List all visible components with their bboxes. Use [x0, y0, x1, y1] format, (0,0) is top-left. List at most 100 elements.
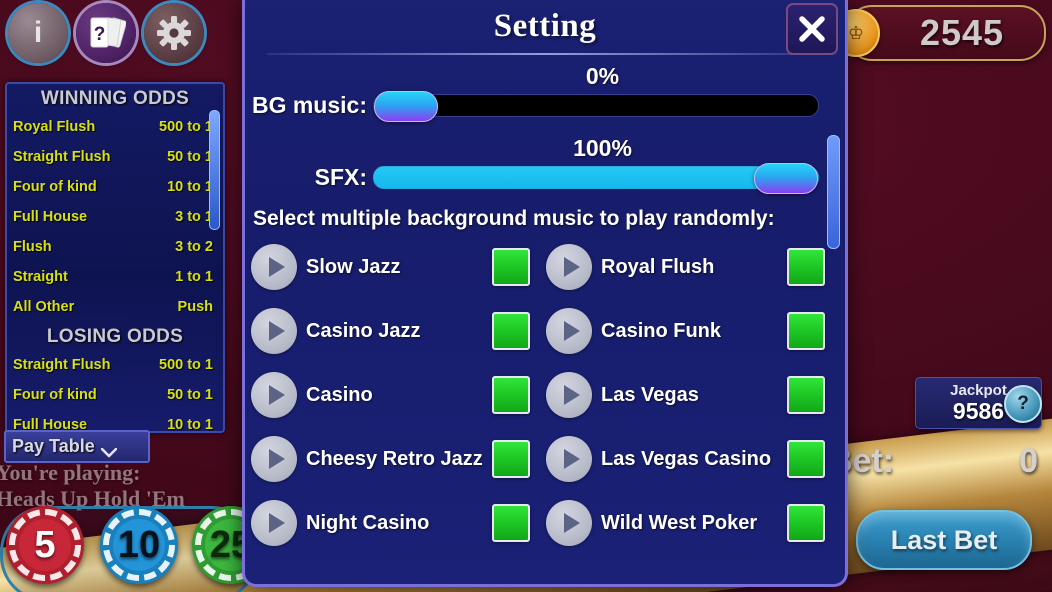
playing-line-1: You're playing:	[0, 460, 141, 485]
music-track-item: Las Vegas	[546, 363, 841, 427]
bg-music-slider-block: 0% BG music:	[245, 63, 845, 122]
info-icon: i	[33, 16, 43, 49]
music-track-checkbox[interactable]	[492, 248, 530, 286]
music-track-checkbox[interactable]	[492, 440, 530, 478]
play-icon-button[interactable]	[251, 308, 297, 354]
play-icon-button[interactable]	[546, 308, 592, 354]
hand-name: Four of kind	[13, 179, 97, 195]
bg-music-slider[interactable]	[373, 91, 819, 122]
hand-payout: 500 to 1	[159, 119, 213, 135]
sfx-row: SFX:	[245, 163, 845, 194]
music-track-label: Wild West Poker	[601, 511, 758, 534]
table-row: Four of kind 10 to 1	[7, 172, 223, 202]
play-icon	[563, 321, 580, 341]
winning-odds-title: WINNING ODDS	[40, 88, 190, 109]
play-icon	[563, 385, 580, 405]
sfx-slider-thumb[interactable]	[754, 163, 818, 194]
music-track-label: Las Vegas Casino	[601, 447, 772, 470]
play-icon	[563, 257, 580, 277]
music-track-checkbox[interactable]	[787, 376, 825, 414]
balance-amount: 2545	[919, 12, 1005, 53]
music-track-item: Las Vegas Casino	[546, 427, 841, 491]
music-section-label: Select multiple background music to play…	[253, 207, 775, 230]
play-icon-button[interactable]	[546, 372, 592, 418]
hand-payout: 500 to 1	[159, 357, 213, 373]
play-icon-button[interactable]	[251, 372, 297, 418]
hand-payout: 3 to 1	[175, 209, 213, 225]
hand-payout: 1 to 1	[175, 269, 213, 285]
odds-panel[interactable]: WINNING ODDS Royal Flush 500 to 1 Straig…	[5, 82, 225, 433]
jackpot-value: 9586	[952, 398, 1005, 424]
music-track-label: Las Vegas	[601, 383, 699, 406]
music-track-item: Cheesy Retro Jazz	[251, 427, 546, 491]
play-icon-button[interactable]	[546, 500, 592, 546]
hand-payout: 50 to 1	[167, 149, 213, 165]
cards-question-icon: ?	[86, 14, 126, 52]
play-icon-button[interactable]	[251, 500, 297, 546]
bg-music-slider-thumb[interactable]	[374, 91, 438, 122]
hand-payout: 10 to 1	[167, 417, 213, 433]
sfx-slider-block: 100% SFX:	[245, 135, 845, 194]
hand-payout: 50 to 1	[167, 387, 213, 403]
music-track-item: Royal Flush	[546, 235, 841, 299]
jackpot-label: Jackpot	[950, 382, 1007, 399]
music-track-label: Slow Jazz	[306, 255, 401, 278]
table-row: Four of kind 50 to 1	[7, 380, 223, 410]
balance-display[interactable]: ♔ 2545	[832, 5, 1046, 61]
music-track-checkbox[interactable]	[787, 248, 825, 286]
dialog-title: Setting	[493, 8, 597, 44]
play-icon	[563, 513, 580, 533]
chip-value: 5	[34, 523, 56, 566]
svg-text:?: ?	[94, 24, 106, 45]
hand-payout: Push	[177, 299, 213, 315]
chip-10[interactable]: 10	[100, 506, 178, 584]
play-icon	[563, 449, 580, 469]
play-icon-button[interactable]	[546, 244, 592, 290]
title-divider	[267, 53, 823, 55]
bet-value: 0	[1019, 442, 1038, 480]
music-track-label: Cheesy Retro Jazz	[306, 447, 483, 470]
music-track-label: Royal Flush	[601, 255, 715, 278]
music-track-item: Casino	[251, 363, 546, 427]
hand-name: Four of kind	[13, 387, 97, 403]
pay-table-dropdown[interactable]: Pay Table	[4, 430, 150, 463]
music-track-checkbox[interactable]	[492, 504, 530, 542]
hand-name: All Other	[13, 299, 75, 315]
app-root: i ? WINNING ODDS Royal Flush 500 to 1 St…	[0, 0, 1052, 592]
jackpot-help-icon[interactable]: ?	[1004, 385, 1042, 423]
music-track-checkbox[interactable]	[787, 440, 825, 478]
pay-table-label: Pay Table	[12, 436, 95, 456]
play-icon	[268, 513, 285, 533]
sfx-slider[interactable]	[373, 163, 819, 194]
hand-name: Royal Flush	[13, 119, 96, 135]
info-button[interactable]: i	[8, 3, 68, 63]
chevron-down-icon	[100, 442, 118, 457]
music-track-item: Casino Jazz	[251, 299, 546, 363]
close-icon	[797, 14, 827, 44]
now-playing-text: You're playing: Heads Up Hold 'Em	[0, 460, 246, 512]
help-cards-button[interactable]: ?	[76, 3, 136, 63]
play-icon	[268, 257, 285, 277]
hand-name: Full House	[13, 209, 88, 225]
table-row: Straight 1 to 1	[7, 262, 223, 292]
sfx-label: SFX:	[314, 164, 367, 190]
chip-5[interactable]: 5	[6, 506, 84, 584]
close-button[interactable]	[786, 3, 838, 55]
play-icon-button[interactable]	[546, 436, 592, 482]
music-track-checkbox[interactable]	[787, 504, 825, 542]
music-track-checkbox[interactable]	[492, 312, 530, 350]
play-icon-button[interactable]	[251, 436, 297, 482]
music-track-grid: Slow Jazz Royal Flush Casino Jazz Casino Fu…	[245, 235, 845, 555]
hand-payout: 10 to 1	[167, 179, 213, 195]
play-icon-button[interactable]	[251, 244, 297, 290]
music-track-checkbox[interactable]	[492, 376, 530, 414]
dialog-scrollbar[interactable]	[827, 135, 840, 249]
table-row: Straight Flush 50 to 1	[7, 142, 223, 172]
music-track-label: Casino	[306, 383, 373, 406]
top-left-button-group: i ?	[8, 3, 204, 63]
settings-gear-button[interactable]	[144, 3, 204, 63]
music-track-checkbox[interactable]	[787, 312, 825, 350]
last-bet-button[interactable]: Last Bet	[856, 510, 1032, 570]
music-track-item: Casino Funk	[546, 299, 841, 363]
odds-scrollbar[interactable]	[209, 110, 220, 230]
